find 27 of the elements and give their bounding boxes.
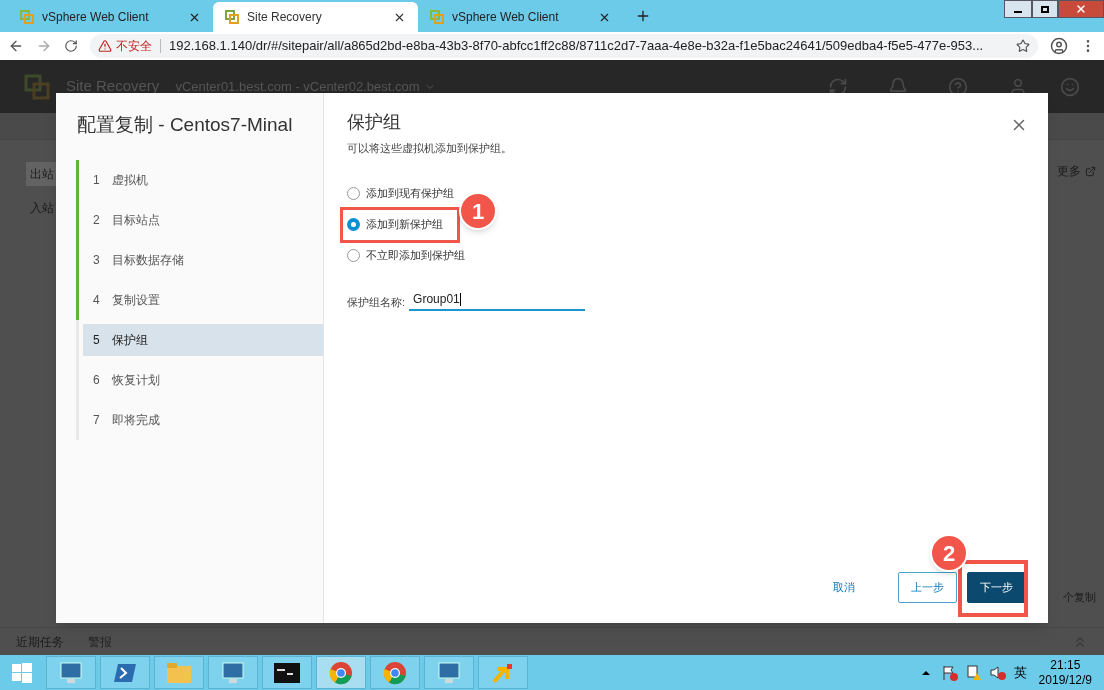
- radio-option[interactable]: 添加到新保护组: [347, 213, 443, 235]
- browser-tab[interactable]: vSphere Web Client: [418, 2, 623, 32]
- back-button[interactable]: 上一步: [898, 572, 957, 603]
- url-text: 192.168.1.140/dr/#/sitepair/all/a865d2bd-e8ba-43b3-8f70-abfcc1ff2c88/8711c2d7-7aaa-4e8e-b32a-f1e5bac24641/509edba4-f5e5-477e-953...: [169, 37, 984, 56]
- wizard-step[interactable]: 6 恢复计划: [83, 363, 323, 396]
- wizard-step[interactable]: 1 虚拟机: [83, 163, 323, 196]
- wizard-step[interactable]: 7 即将完成: [83, 403, 323, 436]
- cancel-button[interactable]: 取消: [820, 572, 868, 603]
- security-label: 不安全: [116, 38, 152, 55]
- clock-time: 21:15: [1050, 657, 1081, 673]
- description-text: 可以将这些虚拟机添加到保护组。: [347, 141, 513, 156]
- wizard-step[interactable]: 4 复制设置: [83, 283, 323, 316]
- browser-tab[interactable]: vSphere Web Client: [8, 2, 213, 32]
- next-button[interactable]: 下一步: [967, 572, 1026, 603]
- name-input-field[interactable]: Group01: [409, 289, 586, 311]
- field-label: 保护组名称:: [347, 295, 406, 310]
- wizard-step[interactable]: 2 目标站点: [83, 203, 323, 236]
- clock-date: 2019/12/9: [1038, 672, 1092, 688]
- dialog-title: 配置复制 - Centos7-Minal: [76, 113, 294, 137]
- wizard-step[interactable]: 5 保护组: [83, 323, 323, 356]
- input-method-indicator[interactable]: 英: [1013, 662, 1027, 683]
- radio-option[interactable]: 添加到现有保护组: [347, 182, 454, 204]
- wizard-step[interactable]: 3 目标数据存储: [83, 243, 323, 276]
- address-field[interactable]: 不安全 192.168.1.140/dr/#/sitepair/all/a865d2bd-e8ba-43b3-8f70-abfcc1ff2c88/8711c2d7-7aaa-4e8e-b32a-f1e5bac24641/509edba4-f5e5-477e-953...: [90, 34, 1038, 58]
- radio-option[interactable]: 不立即添加到保护组: [347, 244, 465, 266]
- browser-tab[interactable]: Site Recovery: [213, 2, 418, 32]
- page-title: 保护组: [347, 111, 401, 134]
